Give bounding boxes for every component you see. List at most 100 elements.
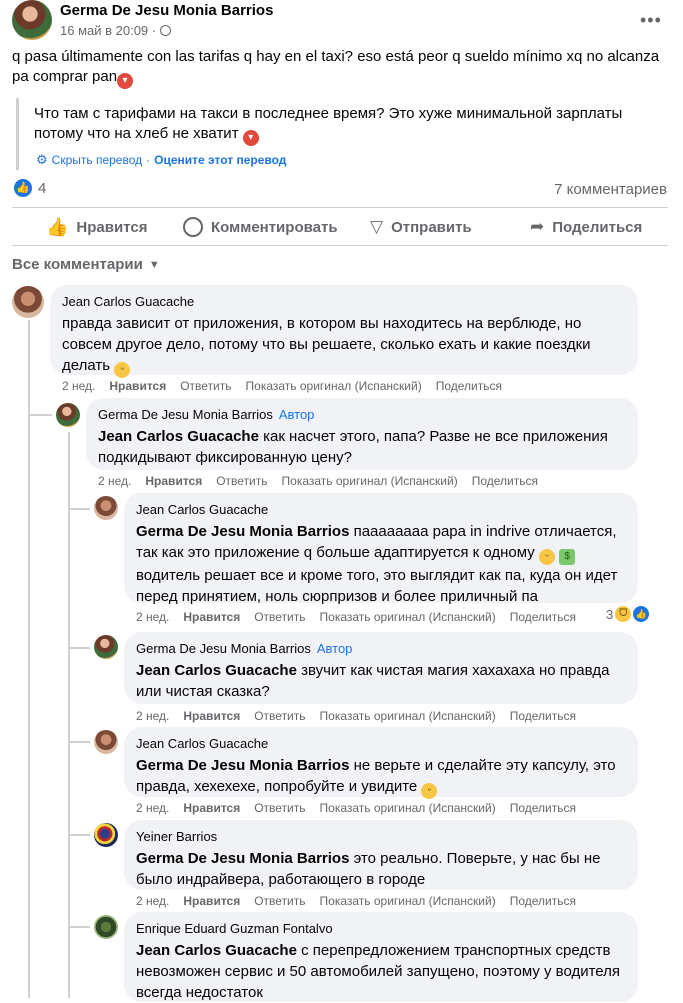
commenter-name[interactable]: Jean Carlos Guacache xyxy=(62,294,194,309)
post-translated-text: Что там с тарифами на такси в последнее … xyxy=(34,104,634,146)
comment-age: 2 нед. xyxy=(136,801,170,815)
comment-reply-button[interactable]: Ответить xyxy=(216,474,267,488)
more-options-icon[interactable]: ••• xyxy=(640,10,662,31)
chevron-down-icon: ▼ xyxy=(148,258,160,271)
send-label: Отправить xyxy=(391,218,472,236)
commenter-name[interactable]: Germa De Jesu Monia Barrios xyxy=(136,641,311,656)
comment-like-button[interactable]: Нравится xyxy=(183,801,240,815)
comments-count-link[interactable]: 7 комментариев xyxy=(554,181,667,198)
comment-bubble: Germa De Jesu Monia Barrios Автор Jean Ca… xyxy=(124,632,638,704)
mention-link[interactable]: Jean Carlos Guacache xyxy=(136,942,297,959)
show-original-button[interactable]: Показать оригинал (Испанский) xyxy=(320,610,496,624)
comment-reply-button[interactable]: Ответить xyxy=(254,709,305,723)
angry-emoji-icon: ▾ xyxy=(242,130,259,146)
post-time[interactable]: 16 май в 20:09 · xyxy=(60,23,156,38)
commenter-avatar[interactable] xyxy=(94,496,118,520)
comment-actions: 2 нед. Нравится Ответить Показать оригин… xyxy=(62,379,502,393)
comment-reply-button[interactable]: Ответить xyxy=(254,801,305,815)
thread-line xyxy=(28,414,30,998)
separator-dot: · xyxy=(146,153,151,167)
comment-like-button[interactable]: Нравится xyxy=(183,610,240,624)
comment-reply-button[interactable]: Ответить xyxy=(180,379,231,393)
thread-connector xyxy=(68,834,90,836)
show-original-button[interactable]: Показать оригинал (Испанский) xyxy=(282,474,458,488)
thread-connector xyxy=(68,647,90,649)
comment-age: 2 нед. xyxy=(136,610,170,624)
show-original-button[interactable]: Показать оригинал (Испанский) xyxy=(320,709,496,723)
commenter-avatar[interactable] xyxy=(94,915,118,939)
commenter-name[interactable]: Jean Carlos Guacache xyxy=(136,502,268,517)
share-button[interactable]: ➦ Поделиться xyxy=(530,217,642,237)
wink-emoji-icon: ᵕ xyxy=(538,549,555,565)
commenter-avatar[interactable] xyxy=(94,635,118,659)
commenter-name[interactable]: Germa De Jesu Monia Barrios xyxy=(98,407,273,422)
mention-link[interactable]: Germa De Jesu Monia Barrios xyxy=(136,850,349,867)
thread-connector xyxy=(68,926,90,928)
comment-bubble: Jean Carlos Guacache правда зависит от п… xyxy=(50,285,638,378)
reactions-count: 4 xyxy=(38,179,47,197)
comment-like-button[interactable]: Нравится xyxy=(183,709,240,723)
comment-text: Jean Carlos Guacache с перепредложением … xyxy=(136,942,621,1001)
like-reaction-icon: 👍 xyxy=(633,606,650,622)
comment-share-button[interactable]: Поделиться xyxy=(472,474,538,488)
comment-bubble: Jean Carlos Guacache Germa De Jesu Monia… xyxy=(124,493,638,605)
commenter-name[interactable]: Jean Carlos Guacache xyxy=(136,736,268,751)
globe-icon xyxy=(160,25,172,36)
post-author-avatar[interactable] xyxy=(12,0,52,40)
mention-link[interactable]: Germa De Jesu Monia Barrios xyxy=(136,523,349,540)
divider xyxy=(12,207,668,208)
reactions-summary[interactable]: 👍 4 xyxy=(14,179,46,197)
comments-filter-dropdown[interactable]: Все комментарии ▼ xyxy=(12,256,160,273)
comment-like-button[interactable]: Нравится xyxy=(109,379,166,393)
commenter-avatar[interactable] xyxy=(12,286,44,318)
comment-bubble: Yeiner Barrios Germa De Jesu Monia Barri… xyxy=(124,820,638,890)
comment-share-button[interactable]: Поделиться xyxy=(436,379,502,393)
comments-filter-label: Все комментарии xyxy=(12,256,143,273)
comment-share-button[interactable]: Поделиться xyxy=(510,610,576,624)
comment-reply-button[interactable]: Ответить xyxy=(254,610,305,624)
money-emoji-icon: $ xyxy=(559,549,576,565)
comment-text: Germa De Jesu Monia Barrios это реально.… xyxy=(136,850,601,888)
show-original-button[interactable]: Показать оригинал (Испанский) xyxy=(320,801,496,815)
comment-actions: 2 нед. Нравится Ответить Показать оригин… xyxy=(136,709,576,723)
commenter-avatar[interactable] xyxy=(56,403,80,427)
comment-age: 2 нед. xyxy=(62,379,96,393)
post-timestamp[interactable]: 16 май в 20:09 · xyxy=(60,23,172,38)
comment-like-button[interactable]: Нравится xyxy=(145,474,202,488)
comment-bubble: Germa De Jesu Monia Barrios Автор Jean Ca… xyxy=(86,398,638,470)
laughing-emoji-icon: ᗜ xyxy=(615,606,632,622)
comment-like-button[interactable]: Нравится xyxy=(183,894,240,908)
comment-actions: 2 нед. Нравится Ответить Показать оригин… xyxy=(136,894,576,908)
thread-connector xyxy=(28,414,52,416)
comment-reply-button[interactable]: Ответить xyxy=(254,894,305,908)
settings-gear-icon[interactable]: ⚙ xyxy=(36,152,48,168)
commenter-name[interactable]: Yeiner Barrios xyxy=(136,829,217,844)
comment-share-button[interactable]: Поделиться xyxy=(510,801,576,815)
rate-translation-link[interactable]: Оцените этот перевод xyxy=(154,153,286,167)
show-original-button[interactable]: Показать оригинал (Испанский) xyxy=(246,379,422,393)
like-button[interactable]: 👍 Нравится xyxy=(46,217,147,238)
post-original-text: q pasa últimamente con las tarifas q hay… xyxy=(12,47,662,89)
mention-link[interactable]: Germa De Jesu Monia Barrios xyxy=(136,757,349,774)
send-button[interactable]: ▽ Отправить xyxy=(370,217,472,237)
mention-link[interactable]: Jean Carlos Guacache xyxy=(136,662,297,679)
comment-actions: 2 нед. Нравится Ответить Показать оригин… xyxy=(136,801,576,815)
commenter-avatar[interactable] xyxy=(94,823,118,847)
comment-text: Germa De Jesu Monia Barrios паааааааа pa… xyxy=(136,523,618,605)
comment-share-button[interactable]: Поделиться xyxy=(510,709,576,723)
comment-text: Jean Carlos Guacache звучит как чистая м… xyxy=(136,662,610,700)
commenter-name[interactable]: Enrique Eduard Guzman Fontalvo xyxy=(136,921,333,936)
comment-age: 2 нед. xyxy=(136,709,170,723)
commenter-avatar[interactable] xyxy=(94,730,118,754)
thread-connector xyxy=(68,741,90,743)
mention-link[interactable]: Jean Carlos Guacache xyxy=(98,428,259,445)
angry-emoji-icon: ▾ xyxy=(117,73,134,89)
hide-translation-link[interactable]: Скрыть перевод xyxy=(52,153,142,167)
show-original-button[interactable]: Показать оригинал (Испанский) xyxy=(320,894,496,908)
comment-share-button[interactable]: Поделиться xyxy=(510,894,576,908)
comment-actions: 2 нед. Нравится Ответить Показать оригин… xyxy=(98,474,538,488)
comment-age: 2 нед. xyxy=(98,474,132,488)
comment-button[interactable]: Комментировать xyxy=(183,217,338,237)
comment-reactions[interactable]: 3 ᗜ 👍 xyxy=(606,606,650,622)
post-author-name[interactable]: Germa De Jesu Monia Barrios xyxy=(60,2,273,19)
